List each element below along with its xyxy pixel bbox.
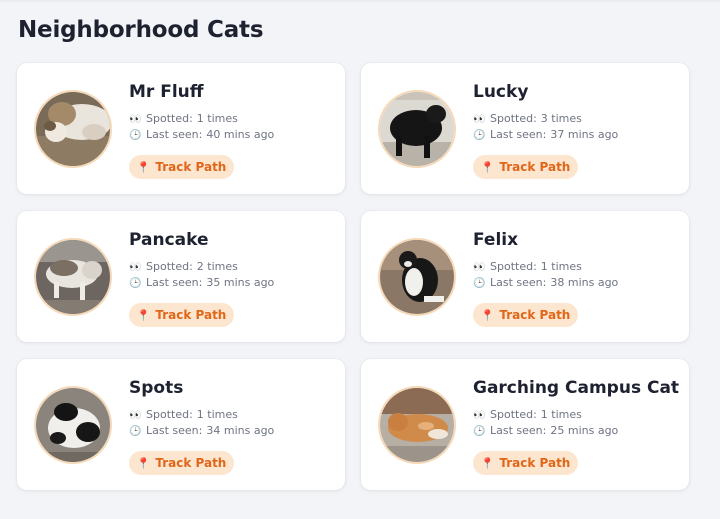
cat-card: Garching Campus Cat 👀 Spotted: 1 times 🕒 La… [361,359,689,490]
pin-icon: 📍 [136,308,151,322]
cat-name: Pancake [129,230,209,250]
cat-name: Lucky [473,82,529,102]
last-seen-label: Last seen: [146,276,203,289]
cat-photo-avatar [34,386,112,464]
cat-photo-avatar [378,238,456,316]
last-seen: 🕒 Last seen: 38 mins ago [473,276,618,289]
track-path-button[interactable]: 📍 Track Path [473,155,578,179]
eyes-icon: 👀 [473,114,486,125]
track-path-button[interactable]: 📍 Track Path [129,155,234,179]
cat-photo-avatar [34,90,112,168]
last-seen: 🕒 Last seen: 34 mins ago [129,424,274,437]
pin-icon: 📍 [480,160,495,174]
last-seen-value: 25 mins ago [550,424,619,437]
last-seen: 🕒 Last seen: 25 mins ago [473,424,618,437]
pin-icon: 📍 [136,160,151,174]
spotted-count: 👀 Spotted: 1 times [129,408,238,421]
spotted-count: 👀 Spotted: 2 times [129,260,238,273]
eyes-icon: 👀 [473,410,486,421]
track-path-button[interactable]: 📍 Track Path [129,451,234,475]
cat-card: Mr Fluff 👀 Spotted: 1 times 🕒 Last seen: 40 … [17,63,345,194]
last-seen-value: 40 mins ago [206,128,275,141]
cat-name: Garching Campus Cat [473,378,680,398]
spotted-value: 1 times [196,112,238,125]
track-path-label: Track Path [499,308,571,322]
spotted-value: 1 times [540,260,582,273]
track-path-label: Track Path [155,160,227,174]
spotted-value: 3 times [540,112,582,125]
last-seen-label: Last seen: [490,276,547,289]
cat-card: Pancake 👀 Spotted: 2 times 🕒 Last seen: 35 m… [17,211,345,342]
track-path-label: Track Path [499,456,571,470]
clock-icon: 🕒 [473,426,486,437]
spotted-count: 👀 Spotted: 1 times [129,112,238,125]
spotted-value: 2 times [196,260,238,273]
clock-icon: 🕒 [129,426,142,437]
track-path-label: Track Path [499,160,571,174]
eyes-icon: 👀 [129,114,142,125]
spotted-count: 👀 Spotted: 1 times [473,260,582,273]
clock-icon: 🕒 [473,278,486,289]
spotted-label: Spotted: [490,408,537,421]
eyes-icon: 👀 [473,262,486,273]
track-path-label: Track Path [155,456,227,470]
spotted-label: Spotted: [490,112,537,125]
pin-icon: 📍 [480,308,495,322]
track-path-label: Track Path [155,308,227,322]
clock-icon: 🕒 [473,130,486,141]
spotted-count: 👀 Spotted: 1 times [473,408,582,421]
spotted-label: Spotted: [146,112,193,125]
cat-card: Lucky 👀 Spotted: 3 times 🕒 Last seen: 37 min… [361,63,689,194]
cat-name: Spots [129,378,184,398]
cat-grid: Mr Fluff 👀 Spotted: 1 times 🕒 Last seen: 40 … [0,0,720,519]
last-seen-label: Last seen: [146,128,203,141]
last-seen-label: Last seen: [490,128,547,141]
spotted-label: Spotted: [146,260,193,273]
last-seen-value: 38 mins ago [550,276,619,289]
cat-photo-avatar [378,90,456,168]
last-seen-value: 35 mins ago [206,276,275,289]
last-seen: 🕒 Last seen: 37 mins ago [473,128,618,141]
track-path-button[interactable]: 📍 Track Path [129,303,234,327]
cat-photo-avatar [378,386,456,464]
pin-icon: 📍 [480,456,495,470]
last-seen-value: 37 mins ago [550,128,619,141]
cat-name: Felix [473,230,519,250]
spotted-value: 1 times [196,408,238,421]
clock-icon: 🕒 [129,130,142,141]
spotted-label: Spotted: [490,260,537,273]
eyes-icon: 👀 [129,410,142,421]
cat-photo-avatar [34,238,112,316]
last-seen: 🕒 Last seen: 35 mins ago [129,276,274,289]
last-seen-label: Last seen: [146,424,203,437]
pin-icon: 📍 [136,456,151,470]
cat-name: Mr Fluff [129,82,204,102]
spotted-label: Spotted: [146,408,193,421]
track-path-button[interactable]: 📍 Track Path [473,451,578,475]
spotted-value: 1 times [540,408,582,421]
last-seen-label: Last seen: [490,424,547,437]
clock-icon: 🕒 [129,278,142,289]
last-seen: 🕒 Last seen: 40 mins ago [129,128,274,141]
last-seen-value: 34 mins ago [206,424,275,437]
eyes-icon: 👀 [129,262,142,273]
cat-card: Spots 👀 Spotted: 1 times 🕒 Last seen: 34 min… [17,359,345,490]
spotted-count: 👀 Spotted: 3 times [473,112,582,125]
track-path-button[interactable]: 📍 Track Path [473,303,578,327]
cat-card: Felix 👀 Spotted: 1 times 🕒 Last seen: 38 min… [361,211,689,342]
